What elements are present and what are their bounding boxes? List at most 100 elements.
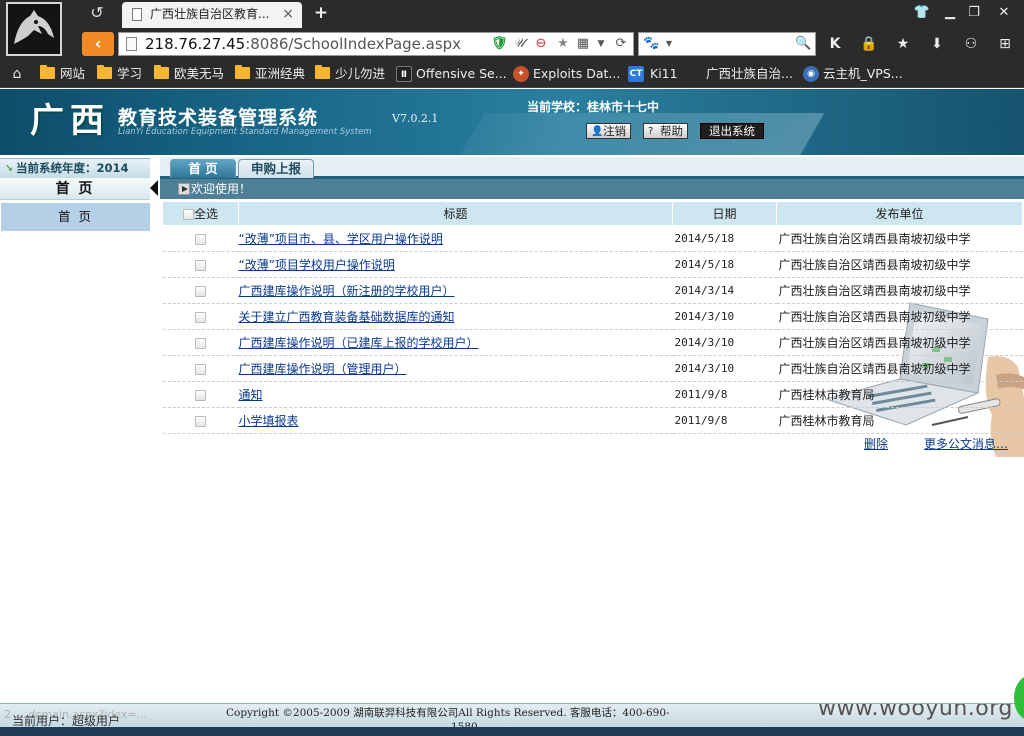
sidebar-collapse-icon[interactable]	[150, 180, 158, 196]
watermark: www.wooyun.org	[818, 703, 1013, 721]
user-agent-icon[interactable]: 𝒰	[511, 36, 527, 52]
table-row: 关于建立广西教育装备基础数据库的通知 2014/3/10 广西壮族自治区靖西县南…	[162, 303, 1023, 330]
table-row: 小学填报表 2011/9/8 广西桂林市教育局	[162, 407, 1023, 434]
tab-home[interactable]: 首 页	[170, 159, 236, 178]
help-icon: ?	[648, 126, 654, 137]
bookmark-guangxi[interactable]: 广西壮族自治...	[706, 65, 793, 83]
chevron-down-icon[interactable]: ▼	[593, 36, 609, 52]
chevron-down-icon[interactable]: ▼	[661, 36, 677, 52]
notice-date: 2014/3/10	[672, 355, 777, 382]
system-year: ➘ 当前系统年度：2014	[0, 158, 150, 178]
notice-title-link[interactable]: “改薄”项目学校用户操作说明	[239, 258, 395, 272]
bookmark-folder[interactable]: 学习	[97, 65, 142, 83]
notice-title-link[interactable]: 广西建库操作说明（已建库上报的学校用户）	[239, 336, 479, 350]
row-checkbox[interactable]	[195, 415, 206, 427]
folder-icon	[235, 65, 250, 79]
notice-date: 2014/3/10	[672, 303, 777, 330]
minimize-icon[interactable]: ▁	[938, 3, 962, 23]
url-text[interactable]: 218.76.27.45:8086/SchoolIndexPage.aspx	[145, 35, 461, 53]
column-header-date: 日期	[672, 201, 777, 226]
mask-icon[interactable]: ⚇	[960, 34, 982, 54]
notice-date: 2011/9/8	[672, 381, 777, 408]
bookmark-vps[interactable]: ◉ 云主机_VPS...	[803, 65, 903, 83]
globe-icon: ◉	[803, 66, 819, 82]
bookmark-folder[interactable]: 少儿勿进	[315, 65, 385, 83]
notice-title-link[interactable]: 广西建库操作说明（管理用户）	[239, 362, 407, 376]
system-subtitle: LianYi Education Equipment Standard Mana…	[118, 127, 372, 137]
adblock-icon[interactable]: ⊖	[533, 36, 549, 52]
notice-list: 全选 标题 日期 发布单位 “改薄”项目市、县、学区用户操作说明 2014/5/…	[160, 201, 1024, 457]
select-all-header: 全选	[162, 201, 239, 226]
logout-button[interactable]: 👤 注销	[586, 123, 631, 139]
back-button[interactable]: ‹	[82, 32, 114, 56]
sidebar-item-home[interactable]: 首 页	[1, 203, 150, 231]
tab-purchase-report[interactable]: 申购上报	[238, 159, 314, 178]
more-notices-link[interactable]: 更多公文消息…	[924, 435, 1008, 452]
main-content: 首 页 申购上报 欢迎使用！ 全选 标题 日期 发布单位 “改薄”项目市、县、学…	[160, 155, 1024, 703]
restore-icon[interactable]: ❐	[962, 3, 986, 23]
shield-icon[interactable]: 🛡	[491, 36, 508, 52]
new-tab-button[interactable]: +	[310, 2, 332, 24]
bookmarks-bar: ⌂ 网站 学习 欧美无马 亚洲经典 少儿勿进 Ⅱ Offensive Se... …	[0, 60, 1024, 88]
bookmark-folder[interactable]: 网站	[40, 65, 85, 83]
home-icon[interactable]: ⌂	[8, 65, 26, 83]
search-icon[interactable]: 🔍	[795, 36, 811, 52]
row-checkbox[interactable]	[195, 363, 206, 375]
star-icon[interactable]: ★	[892, 34, 914, 54]
browser-tab[interactable]: 广西壮族自治区教育... ×	[122, 2, 302, 28]
browser-avatar[interactable]	[6, 2, 62, 56]
row-checkbox[interactable]	[195, 337, 206, 349]
row-checkbox[interactable]	[195, 259, 206, 271]
top-nav: 首 页 申购上报	[160, 157, 1024, 179]
system-title: 教育技术装备管理系统	[118, 107, 319, 129]
undo-close-tab-icon[interactable]: ↺	[84, 2, 110, 24]
grid-icon[interactable]: ⊞	[994, 34, 1016, 54]
notice-publisher: 广西壮族自治区靖西县南坡初级中学	[776, 329, 1023, 356]
notice-date: 2014/5/18	[672, 251, 777, 278]
bookmark-offensive[interactable]: Ⅱ Offensive Se...	[396, 65, 507, 83]
baidu-paw-icon[interactable]: 🐾	[643, 36, 659, 52]
exit-system-button[interactable]: 退出系统	[700, 123, 764, 139]
tab-close-icon[interactable]: ×	[282, 2, 294, 26]
row-checkbox[interactable]	[195, 311, 206, 323]
notice-date: 2014/3/14	[672, 277, 777, 304]
bookmark-star-icon[interactable]: ★	[555, 36, 571, 52]
bookmark-ki11[interactable]: CT Ki11	[628, 65, 678, 83]
k-icon[interactable]: K	[824, 34, 846, 54]
delete-link[interactable]: 删除	[864, 435, 888, 452]
notice-title-link[interactable]: 通知	[239, 388, 263, 402]
help-button[interactable]: ? 帮助	[643, 123, 688, 139]
select-all-checkbox[interactable]	[182, 209, 194, 220]
search-box[interactable]: 🐾 ▼ 🔍	[638, 32, 816, 56]
welcome-bar: 欢迎使用！	[160, 179, 1024, 199]
row-checkbox[interactable]	[195, 285, 206, 297]
ct-icon: CT	[628, 66, 644, 82]
download-icon[interactable]: ⬇	[926, 34, 948, 54]
close-icon[interactable]: ✕	[992, 3, 1016, 23]
notice-publisher: 广西桂林市教育局	[776, 381, 1023, 408]
notice-date: 2011/9/8	[672, 407, 777, 434]
bookmark-folder[interactable]: 欧美无马	[154, 65, 224, 83]
lock-icon[interactable]: 🔒	[858, 34, 880, 54]
bookmark-folder[interactable]: 亚洲经典	[235, 65, 305, 83]
bookmark-exploits[interactable]: ✦ Exploits Dat...	[513, 65, 620, 83]
notice-title-link[interactable]: “改薄”项目市、县、学区用户操作说明	[239, 232, 443, 246]
address-bar[interactable]: 218.76.27.45:8086/SchoolIndexPage.aspx 🛡…	[118, 32, 634, 56]
page-icon	[132, 8, 142, 21]
notice-publisher: 广西桂林市教育局	[776, 407, 1023, 434]
row-checkbox[interactable]	[195, 389, 206, 401]
folder-icon	[315, 65, 330, 79]
notice-title-link[interactable]: 关于建立广西教育装备基础数据库的通知	[239, 310, 455, 324]
qr-icon[interactable]: ▦	[575, 36, 591, 52]
current-school: 当前学校：桂林市十七中	[527, 100, 660, 114]
arrow-icon: ➘	[5, 163, 14, 174]
row-checkbox[interactable]	[195, 233, 206, 245]
user-icon: 👤	[591, 126, 604, 137]
notice-title-link[interactable]: 广西建库操作说明（新注册的学校用户）	[239, 284, 455, 298]
notice-title-link[interactable]: 小学填报表	[239, 414, 299, 428]
sidebar: ➘ 当前系统年度：2014 首 页 首 页	[0, 155, 150, 703]
folder-icon	[154, 65, 169, 79]
refresh-icon[interactable]: ⟳	[613, 36, 629, 52]
offensive-security-icon: Ⅱ	[396, 66, 412, 82]
shirt-icon[interactable]: 👕	[910, 3, 934, 23]
